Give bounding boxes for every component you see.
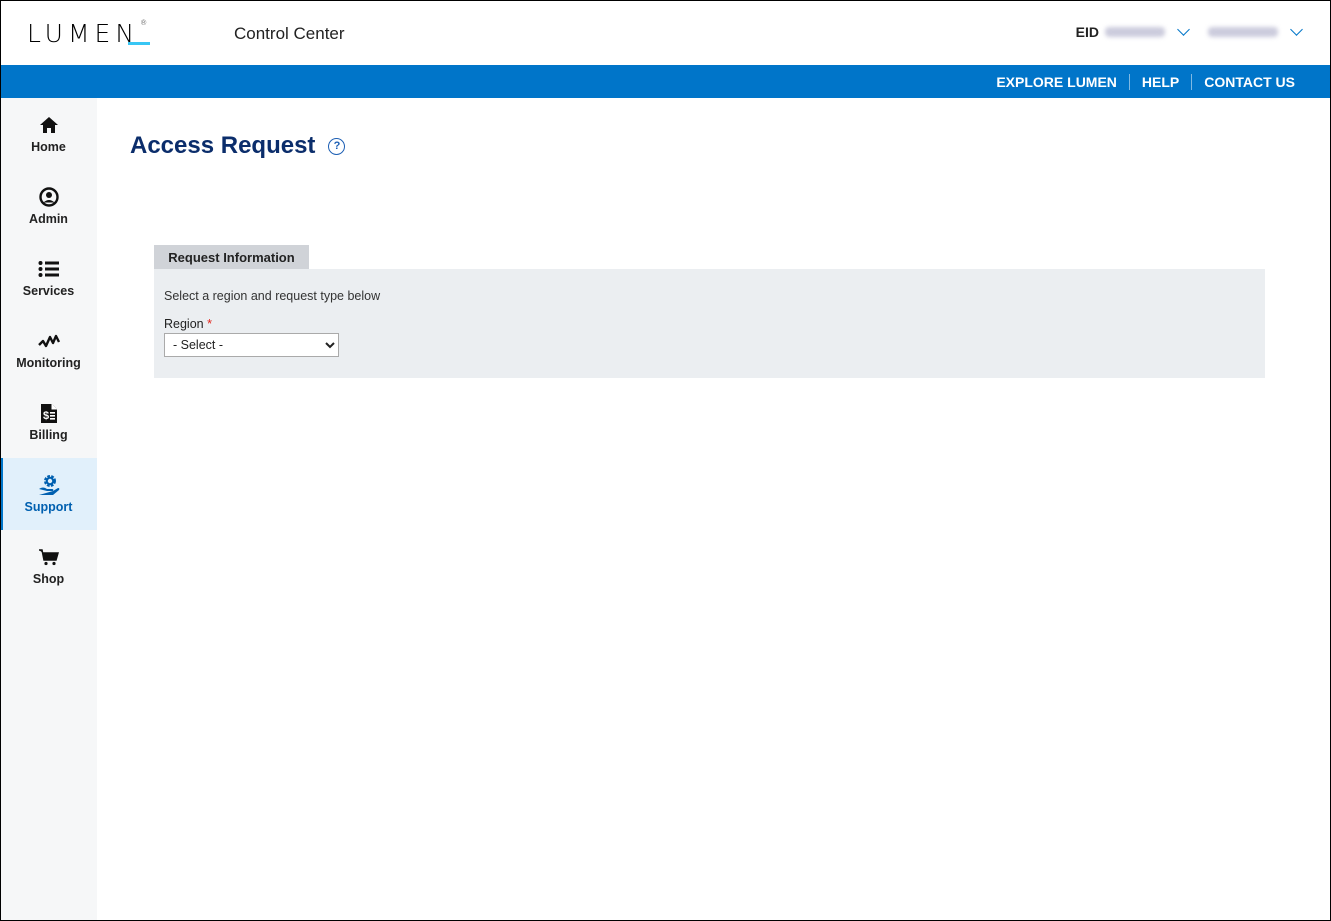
- eid-chevron-down-icon[interactable]: [1177, 23, 1190, 36]
- sidebar-item-label: Admin: [29, 212, 68, 226]
- sidebar-item-label: Monitoring: [16, 356, 81, 370]
- invoice-icon: $: [38, 402, 60, 424]
- sidebar-item-billing[interactable]: $ Billing: [0, 386, 97, 458]
- page-title-text: Access Request: [130, 132, 316, 159]
- logo-accent: [128, 42, 150, 45]
- sidebar-item-label: Services: [22, 284, 75, 298]
- lumen-logo[interactable]: LUMEN®: [27, 19, 150, 48]
- sidebar-item-label: Billing: [29, 428, 68, 442]
- contact-us-link[interactable]: CONTACT US: [1192, 74, 1307, 90]
- cart-icon: [38, 546, 60, 568]
- home-icon: [38, 114, 60, 136]
- user-circle-icon: [38, 186, 60, 208]
- region-label: Region *: [164, 317, 212, 331]
- sidebar-item-home[interactable]: Home: [0, 98, 97, 170]
- utility-nav-bar: EXPLORE LUMEN HELP CONTACT US: [0, 65, 1331, 98]
- app-title: Control Center: [234, 24, 345, 43]
- sidebar-item-label: Home: [31, 140, 66, 154]
- account-area: EID: [1075, 23, 1303, 40]
- sidebar-item-services[interactable]: Services: [0, 242, 97, 314]
- panel-description: Select a region and request type below: [164, 289, 381, 303]
- sidebar-item-label: Support: [24, 500, 73, 514]
- list-icon: [38, 258, 60, 280]
- username-redacted: [1208, 27, 1278, 37]
- sidebar-item-support[interactable]: Support: [0, 458, 97, 530]
- pulse-icon: [37, 330, 60, 352]
- svg-text:$: $: [43, 410, 49, 422]
- help-question-icon[interactable]: ?: [328, 137, 346, 155]
- help-link[interactable]: HELP: [1130, 74, 1191, 90]
- support-gear-hand-icon: [38, 474, 60, 496]
- tab-request-information[interactable]: Request Information: [154, 245, 309, 269]
- top-header: LUMEN® Control Center EID: [0, 0, 1331, 65]
- eid-value-redacted: [1105, 27, 1165, 37]
- sidebar-item-label: Shop: [32, 572, 65, 586]
- sidebar-item-monitoring[interactable]: Monitoring: [0, 314, 97, 386]
- user-chevron-down-icon[interactable]: [1290, 23, 1303, 36]
- required-marker: *: [207, 317, 212, 331]
- sidebar: Home Admin Services Monitoring $ Billing…: [0, 98, 97, 921]
- explore-lumen-link[interactable]: EXPLORE LUMEN: [984, 74, 1129, 90]
- region-select[interactable]: - Select -: [164, 333, 339, 357]
- eid-label: EID: [1075, 24, 1099, 40]
- sidebar-item-admin[interactable]: Admin: [0, 170, 97, 242]
- request-information-panel: Select a region and request type below R…: [154, 269, 1265, 378]
- page-title: Access Request ?: [130, 132, 346, 160]
- sidebar-item-shop[interactable]: Shop: [0, 530, 97, 602]
